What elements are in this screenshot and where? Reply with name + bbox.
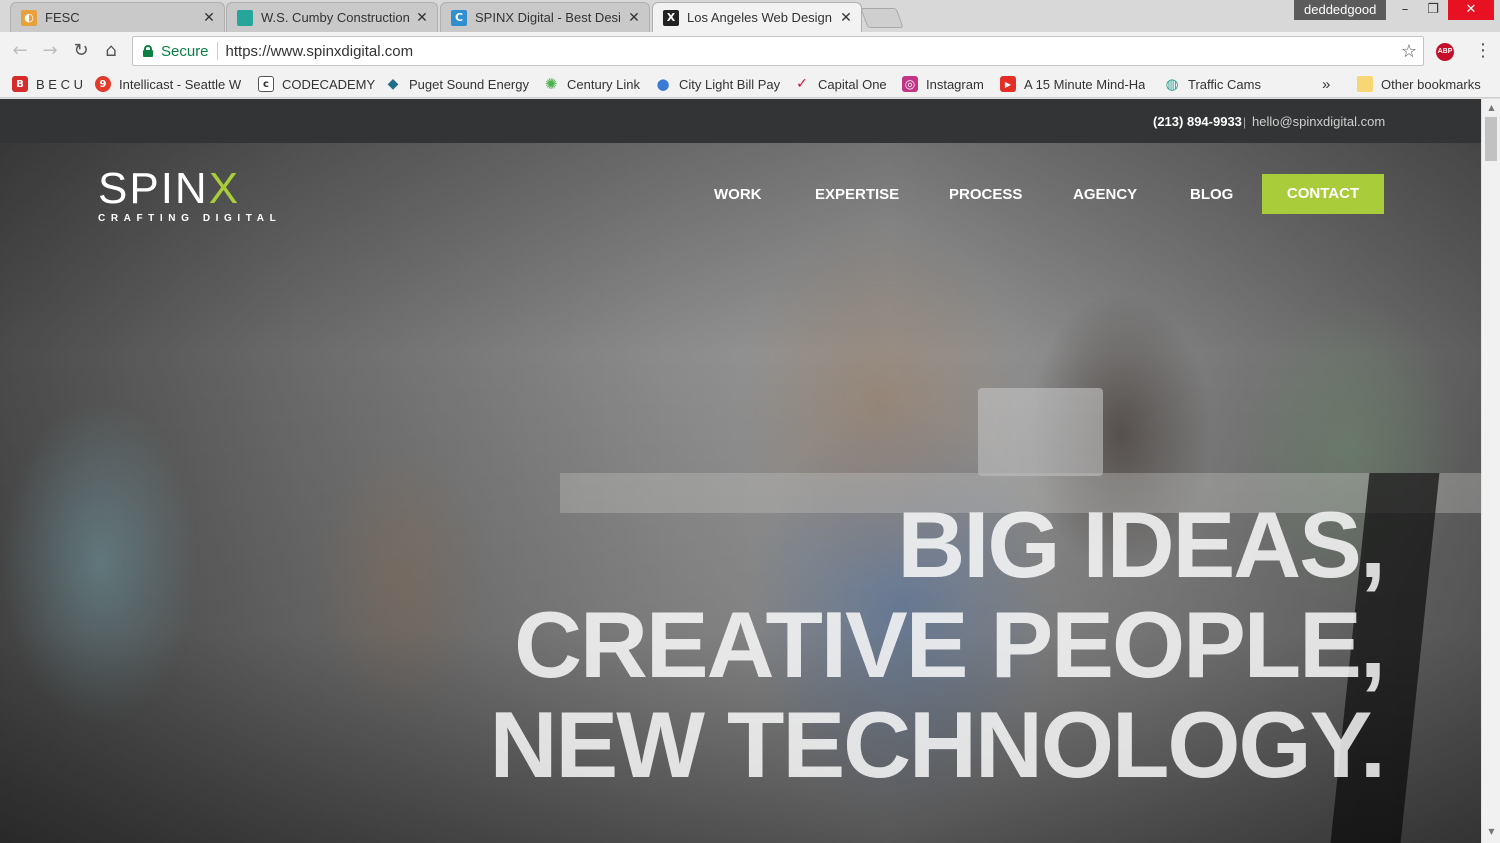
- globe-icon: ●: [656, 75, 670, 93]
- bookmark-label: CODECADEMY: [282, 76, 376, 92]
- page-viewport: (213) 894-9933 | hello@spinxdigital.com …: [0, 99, 1481, 843]
- scroll-up-icon[interactable]: ▲: [1482, 103, 1500, 112]
- scrollbar-thumb[interactable]: [1485, 117, 1497, 161]
- spinx-logo[interactable]: SPINX CRAFTING DIGITAL: [98, 164, 282, 225]
- tab-title: FESC: [45, 10, 80, 25]
- nav-blog[interactable]: BLOG: [1190, 186, 1233, 203]
- page-scrollbar[interactable]: ▲ ▼: [1481, 99, 1500, 843]
- bookmark-capital-one[interactable]: ✓ Capital One: [794, 75, 887, 93]
- bookmark-city-light[interactable]: ● City Light Bill Pay: [655, 75, 780, 93]
- close-icon[interactable]: ✕: [415, 10, 429, 26]
- nav-process[interactable]: PROCESS: [949, 186, 1022, 203]
- bookmark-label: Traffic Cams: [1188, 76, 1261, 92]
- tab-title: Los Angeles Web Design: [687, 10, 833, 25]
- hero-section: SPINX CRAFTING DIGITAL WORK EXPERTISE PR…: [0, 143, 1481, 843]
- scroll-down-icon[interactable]: ▼: [1482, 827, 1500, 836]
- logo-word: SPIN: [98, 164, 209, 213]
- becu-icon: B: [12, 76, 28, 92]
- adblock-icon[interactable]: ABP: [1436, 43, 1454, 61]
- window-close-icon[interactable]: ✕: [1448, 0, 1494, 20]
- bookmark-codecademy[interactable]: c CODECADEMY: [258, 75, 375, 93]
- new-tab-button[interactable]: [860, 8, 904, 28]
- bookmark-becu[interactable]: B B E C U: [12, 75, 83, 93]
- bookmark-label: Intellicast - Seattle W: [119, 76, 242, 92]
- address-bar[interactable]: Secure https://www.spinxdigital.com ☆: [132, 36, 1424, 66]
- tab-strip: ◐ FESC ✕ W.S. Cumby Construction ✕ C SPI…: [0, 0, 1500, 32]
- codecademy-icon: c: [258, 76, 274, 92]
- bookmark-label: City Light Bill Pay: [679, 76, 781, 92]
- tab-spinx-best[interactable]: C SPINX Digital - Best Desi ✕: [440, 2, 650, 32]
- tab-fesc[interactable]: ◐ FESC ✕: [10, 2, 225, 32]
- headline-line-1: BIG IDEAS,: [897, 492, 1386, 597]
- logo-tagline: CRAFTING DIGITAL: [98, 213, 282, 224]
- browser-toolbar: ← → ↻ ⌂ Secure https://www.spinxdigital.…: [0, 32, 1500, 70]
- logo-accent-x: X: [208, 164, 241, 213]
- email-link[interactable]: hello@spinxdigital.com: [1252, 114, 1385, 129]
- bookmark-label: B E C U: [36, 76, 83, 92]
- bookmarks-overflow-button[interactable]: »: [1322, 75, 1330, 93]
- contact-button[interactable]: CONTACT: [1262, 174, 1384, 214]
- reload-icon[interactable]: ↻: [71, 41, 91, 61]
- minimize-icon[interactable]: –: [1390, 0, 1420, 20]
- bookmark-label: Century Link: [567, 76, 640, 92]
- bookmark-pse[interactable]: ◆ Puget Sound Energy: [385, 75, 529, 93]
- tab-cumby[interactable]: W.S. Cumby Construction ✕: [226, 2, 438, 32]
- bookmark-youtube[interactable]: ▶ A 15 Minute Mind-Ha: [1000, 75, 1150, 93]
- spinx-x-favicon: X: [663, 9, 679, 26]
- close-icon[interactable]: ✕: [202, 10, 216, 26]
- lock-icon: [143, 45, 153, 57]
- browser-menu-icon[interactable]: ⋮: [1474, 40, 1492, 61]
- spinx-favicon: C: [451, 9, 467, 26]
- headline-line-3: NEW TECHNOLOGY.: [489, 692, 1386, 797]
- phone-link[interactable]: (213) 894-9933: [1153, 114, 1242, 129]
- bookmark-star-icon[interactable]: ☆: [1401, 41, 1417, 62]
- tab-la-web-design[interactable]: X Los Angeles Web Design ✕: [652, 2, 862, 32]
- bookmark-traffic-cams[interactable]: ◍ Traffic Cams: [1164, 75, 1261, 93]
- other-bookmarks[interactable]: Other bookmarks: [1357, 75, 1481, 93]
- forward-icon[interactable]: →: [40, 41, 60, 61]
- close-icon[interactable]: ✕: [627, 10, 641, 26]
- capitalone-icon: ✓: [796, 76, 808, 92]
- bookmarks-bar: B B E C U 9 Intellicast - Seattle W c CO…: [0, 70, 1500, 98]
- bookmark-intellicast[interactable]: 9 Intellicast - Seattle W: [95, 75, 245, 93]
- folder-icon: [1357, 76, 1373, 92]
- nav-agency[interactable]: AGENCY: [1073, 186, 1137, 203]
- bookmark-label: Puget Sound Energy: [409, 76, 529, 92]
- omnibox-divider: [216, 42, 218, 60]
- profile-button[interactable]: deddedgood: [1294, 0, 1387, 20]
- close-icon[interactable]: ✕: [839, 10, 853, 26]
- tab-title: W.S. Cumby Construction: [261, 10, 410, 25]
- hero-headline: BIG IDEAS, CREATIVE PEOPLE, NEW TECHNOLO…: [489, 492, 1386, 797]
- restore-icon[interactable]: ❐: [1418, 0, 1448, 20]
- contact-topbar: (213) 894-9933 | hello@spinxdigital.com: [0, 99, 1481, 143]
- bookmark-label: Other bookmarks: [1381, 76, 1481, 92]
- intellicast-icon: 9: [95, 76, 111, 92]
- bookmark-label: A 15 Minute Mind-Ha: [1024, 76, 1146, 92]
- traffic-icon: ◍: [1165, 75, 1179, 93]
- bookmark-label: Capital One: [818, 76, 887, 92]
- bookmark-centurylink[interactable]: ✺ Century Link: [543, 75, 640, 93]
- bookmark-label: Instagram: [926, 76, 984, 92]
- nav-work[interactable]: WORK: [714, 186, 762, 203]
- headline-line-2: CREATIVE PEOPLE,: [514, 592, 1386, 697]
- pse-icon: ◆: [387, 76, 399, 92]
- url-text[interactable]: https://www.spinxdigital.com: [226, 43, 414, 60]
- instagram-icon: ◎: [902, 76, 918, 92]
- fesc-favicon: ◐: [21, 9, 37, 26]
- home-icon[interactable]: ⌂: [101, 41, 121, 61]
- centurylink-icon: ✺: [544, 75, 558, 93]
- tab-title: SPINX Digital - Best Desi: [475, 10, 621, 25]
- nav-expertise[interactable]: EXPERTISE: [815, 186, 899, 203]
- secure-label: Secure: [161, 42, 209, 60]
- cumby-favicon: [237, 9, 253, 26]
- back-icon[interactable]: ←: [10, 41, 30, 61]
- youtube-icon: ▶: [1000, 76, 1016, 92]
- topbar-divider: |: [1243, 115, 1247, 129]
- bookmark-instagram[interactable]: ◎ Instagram: [902, 75, 984, 93]
